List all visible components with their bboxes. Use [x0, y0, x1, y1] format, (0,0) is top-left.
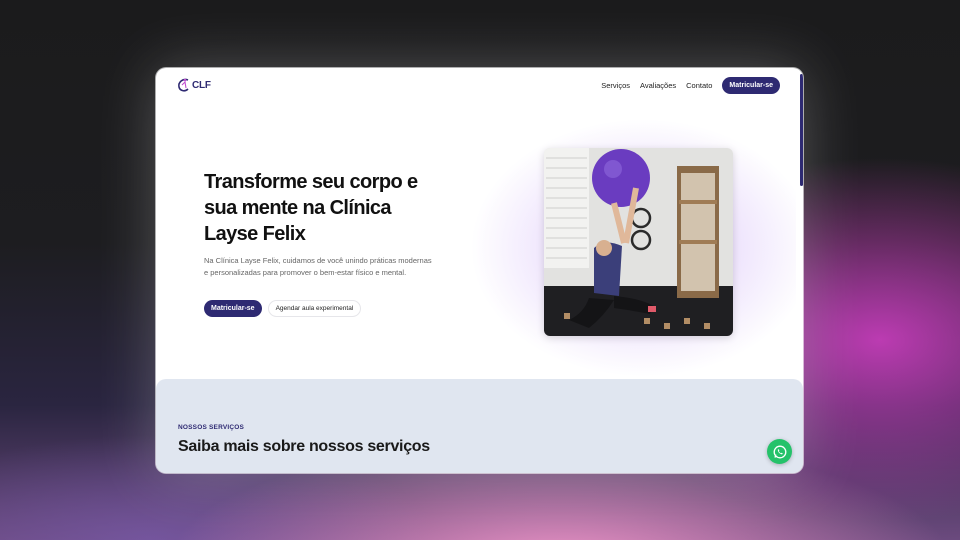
- hero-photo: [544, 148, 733, 336]
- schedule-trial-button[interactable]: Agendar aula experimental: [267, 300, 362, 317]
- hero-description: Na Clínica Layse Felix, cuidamos de você…: [204, 256, 432, 277]
- browser-window: CLF Serviços Avaliações Contato Matricul…: [156, 68, 803, 473]
- main-nav: Serviços Avaliações Contato Matricular-s…: [601, 77, 780, 94]
- logo[interactable]: CLF: [177, 77, 211, 93]
- logo-text: CLF: [192, 79, 211, 91]
- whatsapp-button[interactable]: [767, 439, 792, 464]
- services-section: NOSSOS SERVIÇOS Saiba mais sobre nossos …: [156, 379, 803, 473]
- services-eyebrow: NOSSOS SERVIÇOS: [178, 424, 245, 431]
- services-title: Saiba mais sobre nossos serviços: [178, 438, 430, 455]
- nav-link-contato[interactable]: Contato: [686, 81, 712, 90]
- hero-title: Transforme seu corpo e sua mente na Clín…: [204, 171, 418, 245]
- nav-enroll-button[interactable]: Matricular-se: [722, 77, 780, 94]
- nav-link-avaliacoes[interactable]: Avaliações: [640, 81, 676, 90]
- nav-link-servicos[interactable]: Serviços: [601, 81, 630, 90]
- scrollbar[interactable]: [800, 74, 803, 186]
- hero-actions: Matricular-se Agendar aula experimental: [204, 300, 362, 317]
- pilates-photo-illustration: [544, 148, 733, 336]
- hero-enroll-button[interactable]: Matricular-se: [204, 300, 262, 317]
- clf-logo-icon: [178, 78, 189, 92]
- whatsapp-icon: [773, 445, 786, 458]
